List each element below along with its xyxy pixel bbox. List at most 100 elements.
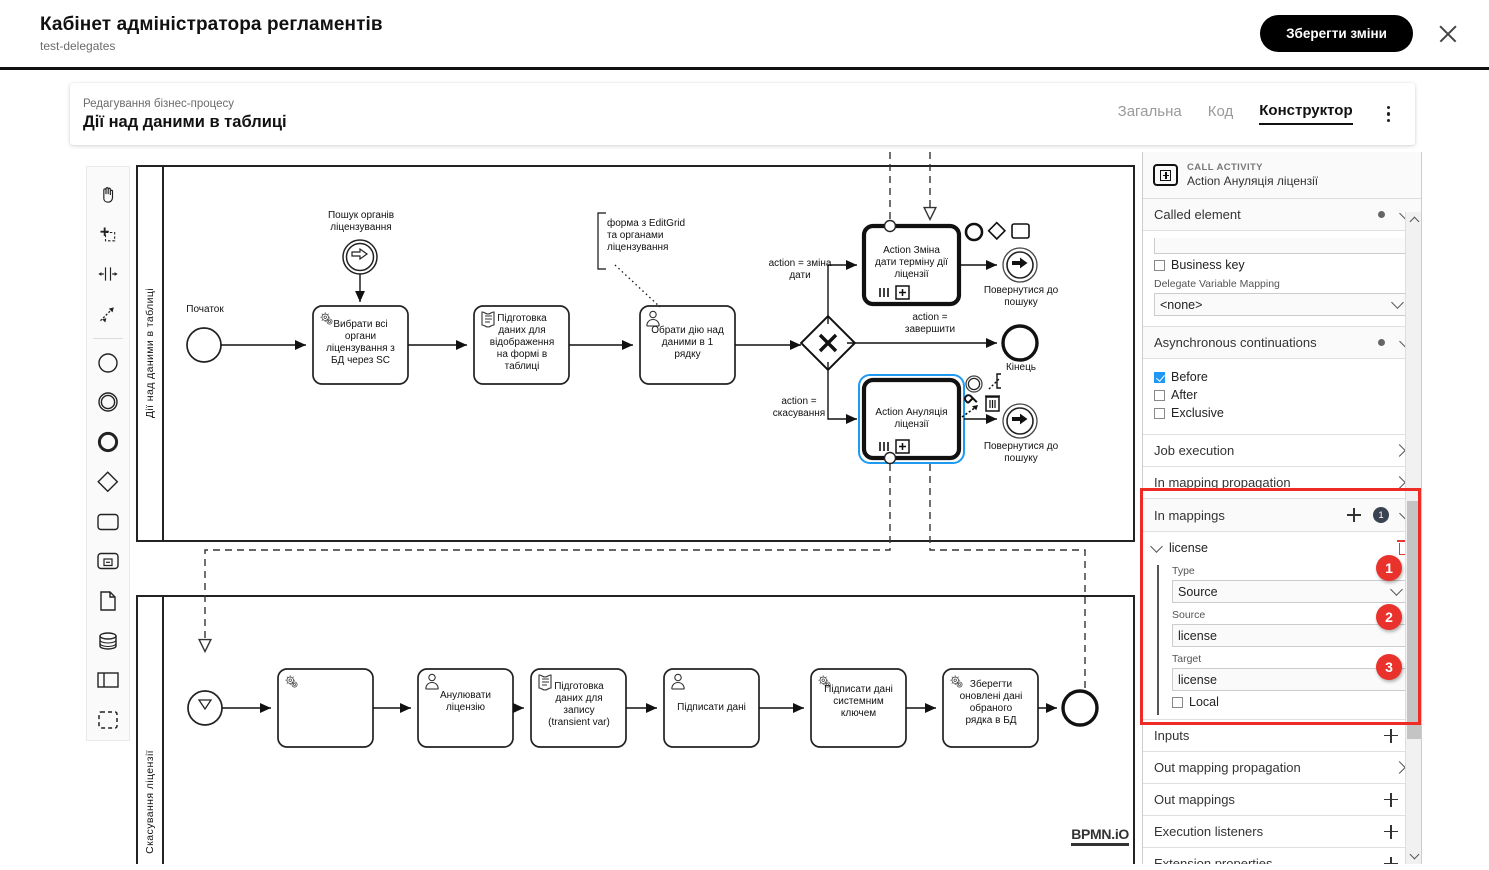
group-extension-properties-label: Extension properties: [1154, 856, 1273, 864]
call-activity-icon: [1153, 164, 1178, 186]
editor-card: Редагування бізнес-процесу Дії над даним…: [70, 83, 1415, 145]
space-tool-icon[interactable]: [88, 254, 128, 294]
in-mapping-target-input[interactable]: [1172, 668, 1409, 691]
properties-panel: CALL ACTIVITY Action Ануляція ліцензії C…: [1142, 152, 1422, 864]
add-extension-property-icon[interactable]: [1384, 856, 1398, 864]
annotation-badge-3: 3: [1376, 654, 1402, 680]
card-titles: Редагування бізнес-процесу Дії над даним…: [83, 97, 287, 132]
app-subtitle: test-delegates: [40, 39, 116, 53]
async-exclusive-label: Exclusive: [1171, 406, 1224, 420]
group-called-element[interactable]: Called element: [1143, 199, 1421, 231]
in-mapping-local-label: Local: [1189, 695, 1219, 709]
tab-code[interactable]: Код: [1208, 103, 1234, 124]
hand-tool-icon[interactable]: [88, 175, 128, 215]
async-after-checkbox[interactable]: [1154, 389, 1165, 401]
group-inputs[interactable]: Inputs: [1143, 719, 1421, 752]
annotation-badge-1: 1: [1376, 555, 1402, 581]
annotation-badge-2: 2: [1376, 604, 1402, 630]
data-object-icon[interactable]: [88, 581, 128, 621]
data-store-icon[interactable]: [88, 621, 128, 661]
properties-header: CALL ACTIVITY Action Ануляція ліцензії: [1143, 152, 1421, 199]
end-event-icon[interactable]: [88, 422, 128, 462]
global-connect-tool-icon[interactable]: [88, 294, 128, 334]
group-in-mappings[interactable]: In mappings 1: [1143, 499, 1421, 532]
business-key-label: Business key: [1171, 258, 1245, 272]
group-execution-listeners[interactable]: Execution listeners: [1143, 816, 1421, 848]
group-icon[interactable]: [88, 700, 128, 740]
async-before-row[interactable]: Before: [1154, 370, 1410, 384]
async-exclusive-row[interactable]: Exclusive: [1154, 406, 1410, 420]
group-in-mapping-propagation[interactable]: In mapping propagation: [1143, 467, 1421, 499]
group-in-mapping-propagation-label: In mapping propagation: [1154, 475, 1291, 490]
subprocess-icon[interactable]: [88, 541, 128, 581]
save-changes-button[interactable]: Зберегти зміни: [1260, 15, 1413, 52]
group-inputs-label: Inputs: [1154, 728, 1190, 743]
in-mapping-entry-body: Type Source Target Local: [1157, 565, 1421, 715]
add-input-icon[interactable]: [1384, 728, 1398, 743]
close-icon[interactable]: [1435, 21, 1461, 47]
async-after-label: After: [1171, 388, 1198, 402]
scroll-up-icon[interactable]: [1406, 212, 1421, 228]
lane-header-top: Дії над даними в таблиці: [138, 167, 164, 540]
chevron-right-icon[interactable]: [1393, 476, 1406, 489]
delegate-variable-mapping-select[interactable]: [1154, 293, 1410, 316]
in-mapping-local-row[interactable]: Local: [1172, 695, 1409, 709]
task-icon[interactable]: [88, 502, 128, 542]
app-title: Кабінет адміністратора регламентів: [40, 14, 383, 35]
in-mapping-entry-header[interactable]: license: [1143, 538, 1421, 559]
group-job-execution-label: Job execution: [1154, 443, 1235, 458]
lane-header-bottom: Скасування ліцензії: [138, 597, 164, 864]
in-mapping-source-input[interactable]: [1172, 624, 1409, 647]
lasso-tool-icon[interactable]: [88, 215, 128, 255]
bpmnio-watermark[interactable]: BPMN.iO: [1071, 826, 1129, 846]
async-before-checkbox[interactable]: [1154, 371, 1165, 383]
more-options-icon[interactable]: [1379, 102, 1398, 126]
gateway-icon[interactable]: [88, 462, 128, 502]
group-called-element-label: Called element: [1154, 207, 1241, 222]
start-event-icon[interactable]: [88, 343, 128, 383]
delegate-variable-mapping-label: Delegate Variable Mapping: [1154, 278, 1280, 290]
group-job-execution[interactable]: Job execution: [1143, 435, 1421, 467]
element-name-label: Action Ануляція ліцензії: [1187, 174, 1319, 188]
add-in-mapping-icon[interactable]: [1347, 508, 1361, 522]
business-key-checkbox[interactable]: [1154, 259, 1165, 271]
in-mapping-local-checkbox[interactable]: [1172, 696, 1183, 708]
group-async-label: Asynchronous continuations: [1154, 335, 1317, 350]
scrollbar-track[interactable]: [1406, 228, 1421, 848]
group-async-continuations[interactable]: Asynchronous continuations: [1143, 327, 1421, 359]
lane-label-top: Дії над даними в таблиці: [144, 288, 156, 419]
called-element-partial-input[interactable]: [1154, 238, 1410, 254]
pool-top[interactable]: Дії над даними в таблиці: [136, 165, 1135, 542]
tab-constructor[interactable]: Конструктор: [1259, 102, 1353, 126]
in-mapping-target-label: Target: [1172, 653, 1202, 665]
participant-icon[interactable]: [88, 661, 128, 701]
lane-label-bottom: Скасування ліцензії: [144, 749, 156, 854]
bpmn-canvas[interactable]: Дії над даними в таблиці Скасування ліце…: [70, 152, 1145, 864]
async-exclusive-checkbox[interactable]: [1154, 407, 1165, 419]
scroll-down-icon[interactable]: [1406, 848, 1421, 864]
in-mapping-type-select[interactable]: [1172, 580, 1409, 603]
async-after-row[interactable]: After: [1154, 388, 1410, 402]
add-execution-listener-icon[interactable]: [1384, 824, 1398, 839]
chevron-right-icon[interactable]: [1393, 761, 1406, 774]
scrollbar-thumb[interactable]: [1407, 501, 1421, 739]
top-header: Кабінет адміністратора регламентів test-…: [0, 0, 1489, 70]
palette-divider: [93, 337, 123, 339]
async-before-label: Before: [1171, 370, 1208, 384]
group-out-mapping-propagation[interactable]: Out mapping propagation: [1143, 752, 1421, 784]
group-status-dot: [1378, 339, 1385, 346]
tab-general[interactable]: Загальна: [1118, 103, 1182, 124]
business-key-row[interactable]: Business key: [1154, 258, 1410, 272]
group-out-mappings-label: Out mappings: [1154, 792, 1235, 807]
chevron-down-icon[interactable]: [1150, 539, 1163, 553]
intermediate-event-icon[interactable]: [88, 383, 128, 423]
in-mapping-type-label: Type: [1172, 565, 1195, 577]
group-extension-properties[interactable]: Extension properties: [1143, 848, 1421, 864]
properties-scrollbar[interactable]: [1405, 212, 1421, 864]
add-out-mapping-icon[interactable]: [1384, 792, 1398, 807]
breadcrumb: Редагування бізнес-процесу: [83, 97, 234, 110]
chevron-right-icon[interactable]: [1393, 444, 1406, 457]
group-out-mappings[interactable]: Out mappings: [1143, 784, 1421, 816]
tab-bar: Загальна Код Конструктор: [1118, 102, 1398, 126]
pool-bottom[interactable]: Скасування ліцензії: [136, 595, 1135, 864]
